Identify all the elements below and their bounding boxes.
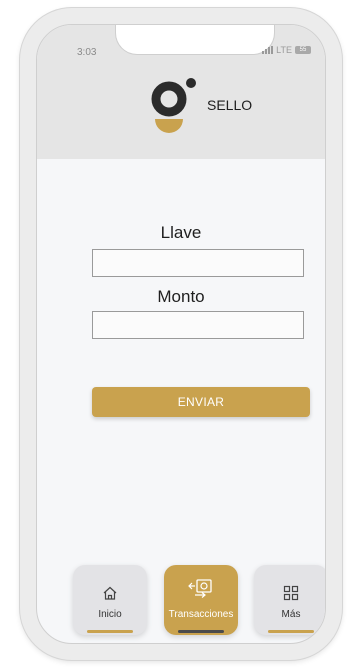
signal-icon: [262, 46, 274, 54]
brand-name: SELLO: [207, 97, 253, 113]
nav-indicator: [87, 630, 133, 633]
app-screen: 3:03 LTE 55 SELLO Llave Monto ENVIAR Ini…: [36, 24, 326, 644]
nav-label-inicio: Inicio: [98, 609, 122, 620]
key-label: Llave: [160, 223, 202, 242]
nav-item-mas[interactable]: Más: [254, 565, 325, 635]
nav-item-transacciones[interactable]: Transacciones: [164, 565, 238, 635]
nav-indicator: [178, 630, 224, 633]
nav-item-inicio[interactable]: Inicio: [73, 565, 147, 635]
status-time: 3:03: [77, 47, 97, 58]
key-input[interactable]: [92, 249, 304, 277]
home-icon: [102, 583, 118, 603]
brand-logo: [151, 77, 211, 147]
amount-input[interactable]: [92, 311, 304, 339]
amount-label: Monto: [157, 287, 205, 306]
app-header: 3:03 LTE 55 SELLO: [37, 25, 325, 159]
status-indicators: LTE 55: [262, 45, 311, 55]
nav-label-mas: Más: [281, 609, 301, 620]
network-label: LTE: [276, 45, 292, 55]
money-transfer-icon: [187, 577, 215, 601]
nav-indicator: [268, 630, 314, 633]
battery-icon: 55: [295, 46, 311, 54]
device-notch: [115, 25, 275, 55]
grid-icon: [283, 583, 299, 603]
send-button[interactable]: ENVIAR: [92, 387, 310, 417]
nav-label-transacciones: Transacciones: [168, 609, 234, 620]
